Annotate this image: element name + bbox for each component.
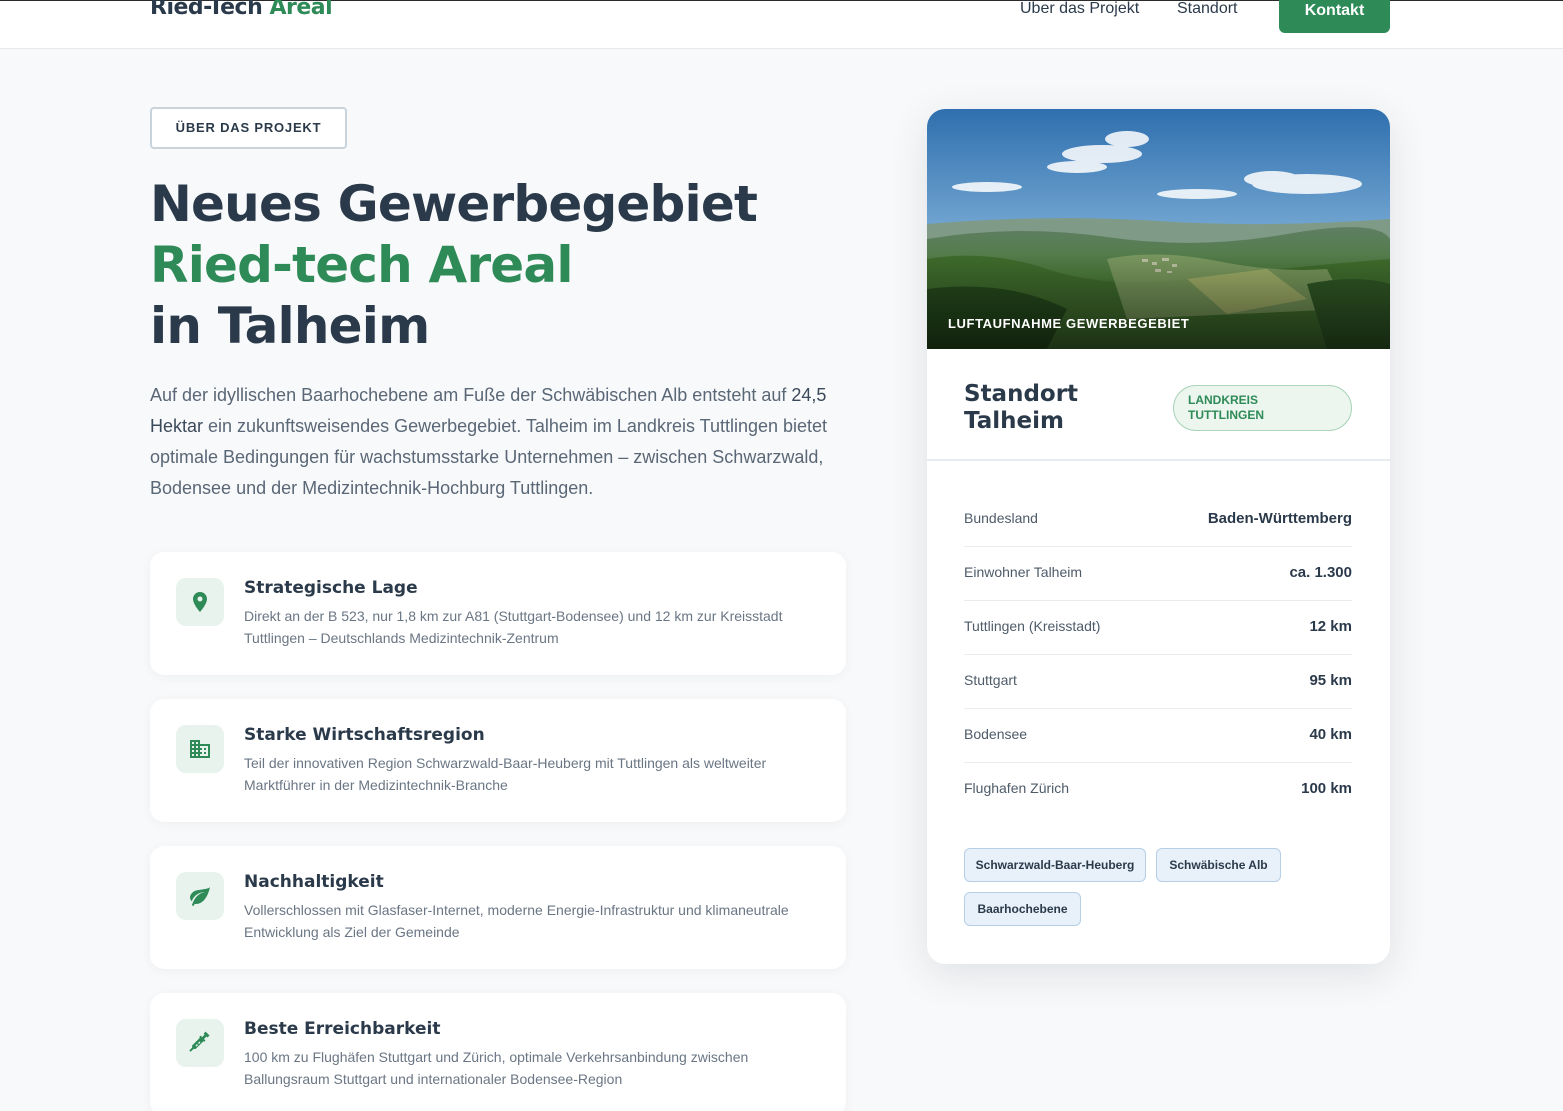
- info-row-tuttlingen: Tuttlingen (Kreisstadt) 12 km: [964, 601, 1352, 655]
- region-tag-baar[interactable]: Baarhochebene: [964, 892, 1081, 926]
- site-logo[interactable]: Ried-Tech Areal: [150, 0, 333, 23]
- info-label: Einwohner Talheim: [964, 564, 1083, 580]
- region-badge-line-2: TUTTLINGEN: [1188, 408, 1264, 422]
- section-badge: ÜBER DAS PROJEKT: [150, 107, 347, 149]
- location-pin-icon: [176, 578, 224, 626]
- nav-link-projekt[interactable]: Über das Projekt: [1020, 0, 1139, 19]
- info-label: Flughafen Zürich: [964, 780, 1070, 796]
- info-row-einwohner: Einwohner Talheim ca. 1.300: [964, 547, 1352, 601]
- feature-card-wirtschaft: Starke Wirtschaftsregion Teil der innova…: [150, 699, 846, 822]
- feature-title: Starke Wirtschaftsregion: [244, 725, 485, 745]
- syringe-icon: [176, 1019, 224, 1067]
- aerial-photo: LUFTAUFNAHME GEWERBEGEBIET: [927, 109, 1390, 349]
- headline-line-1: Neues Gewerbegebiet: [150, 175, 758, 233]
- logo-main-text: Ried-Tech: [150, 0, 263, 20]
- info-row-flughafen: Flughafen Zürich 100 km: [964, 763, 1352, 817]
- card-title-line-1: Standort: [964, 381, 1079, 407]
- feature-description: 100 km zu Flughäfen Stuttgart und Zürich…: [244, 1049, 749, 1087]
- feature-card-erreichbarkeit: Beste Erreichbarkeit 100 km zu Flughäfen…: [150, 993, 846, 1111]
- nav-link-standort[interactable]: Standort: [1177, 0, 1237, 19]
- info-value: ca. 1.300: [1289, 564, 1352, 581]
- headline-line-2: Ried-tech Areal: [150, 236, 574, 294]
- leaf-icon: [176, 872, 224, 920]
- info-value: Baden-Württemberg: [1207, 510, 1352, 527]
- site-header: Ried-Tech Areal Über das Projekt Standor…: [0, 0, 1563, 49]
- feature-title: Nachhaltigkeit: [244, 872, 384, 892]
- feature-card-lage: Strategische Lage Direkt an der B 523, n…: [150, 552, 846, 675]
- feature-description: Teil der innovativen Region Schwarzwald-…: [244, 755, 767, 793]
- info-label: Bodensee: [964, 726, 1028, 742]
- card-title-line-2: Talheim: [964, 408, 1064, 434]
- feature-title: Beste Erreichbarkeit: [244, 1019, 441, 1039]
- page-title: Neues Gewerbegebiet Ried-tech Areal in T…: [150, 174, 870, 357]
- info-value: 12 km: [1309, 618, 1352, 635]
- info-row-bundesland: Bundesland Baden-Württemberg: [964, 493, 1352, 547]
- contact-button[interactable]: Kontakt: [1279, 0, 1390, 33]
- headline-line-3: in Talheim: [150, 297, 430, 355]
- intro-text-2: ein zukunftsweisendes Gewerbegebiet. Tal…: [150, 416, 828, 498]
- region-badge: LANDKREIS TUTTLINGEN: [1173, 385, 1352, 431]
- card-divider: [927, 459, 1390, 461]
- location-card: LUFTAUFNAHME GEWERBEGEBIET Standort Talh…: [927, 109, 1390, 964]
- info-value: 100 km: [1301, 780, 1352, 797]
- feature-description: Vollerschlossen mit Glasfaser-Internet, …: [244, 902, 789, 940]
- building-icon: [176, 725, 224, 773]
- feature-card-nachhaltigkeit: Nachhaltigkeit Vollerschlossen mit Glasf…: [150, 846, 846, 969]
- info-label: Tuttlingen (Kreisstadt): [964, 618, 1101, 634]
- info-row-bodensee: Bodensee 40 km: [964, 709, 1352, 763]
- feature-title: Strategische Lage: [244, 578, 418, 598]
- info-value: 40 km: [1309, 726, 1352, 743]
- region-tag-alb[interactable]: Schwäbische Alb: [1156, 848, 1281, 882]
- feature-description: Direkt an der B 523, nur 1,8 km zur A81 …: [244, 608, 783, 646]
- region-badge-line-1: LANDKREIS: [1188, 393, 1259, 407]
- photo-caption: LUFTAUFNAHME GEWERBEGEBIET: [948, 316, 1190, 331]
- info-value: 95 km: [1309, 672, 1352, 689]
- intro-paragraph: Auf der idyllischen Baarhochebene am Fuß…: [150, 380, 830, 504]
- info-label: Stuttgart: [964, 672, 1017, 688]
- logo-accent-text: Areal: [269, 0, 333, 20]
- region-tag-schwarzwald[interactable]: Schwarzwald-Baar-Heuberg: [964, 848, 1146, 882]
- intro-text-1: Auf der idyllischen Baarhochebene am Fuß…: [150, 385, 792, 405]
- info-label: Bundesland: [964, 510, 1038, 526]
- card-title: Standort Talheim: [964, 381, 1078, 435]
- info-row-stuttgart: Stuttgart 95 km: [964, 655, 1352, 709]
